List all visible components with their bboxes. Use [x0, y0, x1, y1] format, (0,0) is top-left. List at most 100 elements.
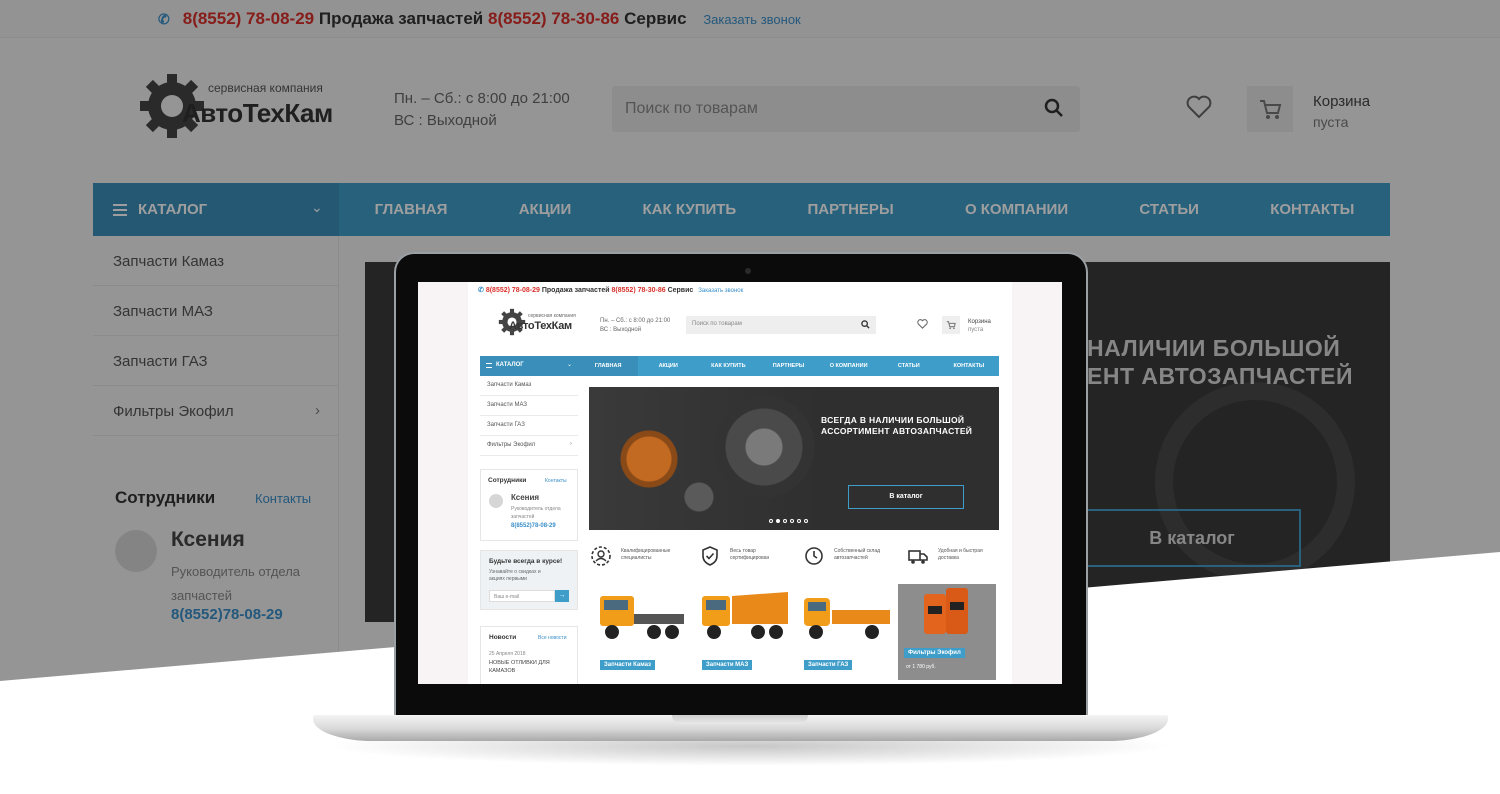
slider-dot[interactable] — [783, 519, 787, 523]
mini-cart-label[interactable]: Корзина пуста — [968, 318, 991, 334]
mini-search-placeholder: Поиск по товарам — [692, 321, 742, 327]
mini-cart-button[interactable] — [942, 316, 960, 334]
feature-text: Квалифицированные специалисты — [621, 548, 670, 562]
feature-line1: Квалифицированные — [621, 548, 671, 554]
sidebar-item-label: Запчасти ГАЗ — [487, 422, 525, 428]
staff-role: Руководитель отдела запчастей — [511, 505, 561, 521]
mini-service-phone[interactable]: 8(8552) 78-30-86 — [612, 287, 666, 294]
feature-line2: доставка — [938, 555, 959, 561]
chevron-right-icon: › — [570, 441, 572, 447]
menu-icon — [486, 363, 492, 368]
truck-image — [804, 598, 890, 639]
news-block: Новости Все новости 25 Апреля 2018 НОВЫЕ… — [480, 626, 578, 684]
staff-title: Сотрудники — [488, 477, 527, 484]
sidebar-item-kamaz[interactable]: Запчасти Камаз — [480, 376, 578, 396]
banner-heading-line1: ВСЕГДА В НАЛИЧИИ БОЛЬШОЙ — [821, 415, 965, 425]
news-headline-line2: КАМАЗОВ — [489, 668, 516, 674]
product-card-maz[interactable]: Запчасти МАЗ — [696, 584, 794, 680]
laptop-notch — [672, 715, 808, 724]
truck-icon — [908, 550, 928, 564]
mini-nav-item-contacts[interactable]: КОНТАКТЫ — [939, 363, 999, 369]
mini-search-input[interactable]: Поиск по товарам — [686, 316, 876, 334]
mini-catalog-label: КАТАЛОГ — [496, 362, 524, 368]
sidebar-item-gaz[interactable]: Запчасти ГАЗ — [480, 416, 578, 436]
banner-heading: ВСЕГДА В НАЛИЧИИ БОЛЬШОЙ АССОРТИМЕНТ АВТ… — [821, 415, 972, 437]
phone-icon: ✆ — [478, 287, 484, 294]
clock-icon — [805, 547, 823, 565]
slider-dots — [769, 519, 808, 523]
slider-dot[interactable] — [776, 519, 780, 523]
slider-dot[interactable] — [804, 519, 808, 523]
news-title: Новости — [489, 634, 517, 641]
news-headline[interactable]: НОВЫЕ ОТЛИВКИ ДЛЯ КАМАЗОВ — [489, 659, 550, 675]
users-gear-icon — [591, 546, 611, 566]
product-card-filters[interactable]: Фильтры Экофил от 1 780 руб. — [898, 584, 996, 680]
email-field[interactable]: Ваш e-mail — [489, 590, 555, 602]
catalog-cta-button[interactable]: В каталог — [848, 485, 964, 509]
product-price: от 1 780 руб. — [906, 664, 936, 670]
mini-nav-item-articles[interactable]: СТАТЬИ — [879, 363, 939, 369]
laptop-screen: ✆ 8(8552) 78-08-29 Продажа запчастей 8(8… — [418, 282, 1062, 684]
product-label: Запчасти ГАЗ — [804, 660, 853, 670]
subscribe-title: Будьте всегда в курсе! — [489, 558, 563, 565]
product-label: Запчасти МАЗ — [702, 660, 753, 670]
sidebar-item-label: Фильтры Экофил — [487, 442, 536, 448]
mini-nav-item-home[interactable]: ГЛАВНАЯ — [578, 356, 639, 376]
subscribe-submit-button[interactable]: → — [555, 590, 569, 602]
news-headline-line1: НОВЫЕ ОТЛИВКИ ДЛЯ — [489, 660, 550, 666]
shield-check-icon — [702, 546, 718, 566]
mini-sales-phone[interactable]: 8(8552) 78-08-29 — [486, 287, 540, 294]
mini-nav-items: ГЛАВНАЯ АКЦИИ КАК КУПИТЬ ПАРТНЕРЫ О КОМП… — [578, 356, 999, 376]
feature-line1: Весь товар — [730, 548, 756, 554]
product-label: Запчасти Камаз — [600, 660, 655, 670]
mini-catalog-button[interactable]: КАТАЛОГ ⌄ — [480, 356, 578, 376]
mini-sales-label: Продажа запчастей — [541, 287, 610, 294]
site-preview: ✆ 8(8552) 78-08-29 Продажа запчастей 8(8… — [468, 282, 1012, 684]
feature-line2: сертифицирован — [730, 555, 770, 561]
subscribe-block: Будьте всегда в курсе! Узнавайте о скидк… — [480, 550, 578, 610]
news-date: 25 Апреля 2018 — [489, 651, 526, 657]
mini-top-bar: ✆ 8(8552) 78-08-29 Продажа запчастей 8(8… — [478, 286, 743, 294]
avatar — [489, 494, 503, 508]
banner-heading-line2: АССОРТИМЕНТ АВТОЗАПЧАСТЕЙ — [821, 426, 973, 436]
feature-line1: Собственный склад — [834, 548, 881, 554]
oil-filter-image — [924, 588, 968, 634]
product-label: Фильтры Экофил — [904, 648, 965, 658]
mini-hours-weekdays: Пн. – Сб.: с 8:00 до 21:00 — [600, 318, 671, 324]
feature-line2: автозапчастей — [834, 555, 868, 561]
staff-name: Ксения — [511, 493, 540, 502]
sidebar-item-maz[interactable]: Запчасти МАЗ — [480, 396, 578, 416]
mini-logo-name: АвтоТехКам — [509, 320, 572, 332]
feature-text: Удобная и быстрая доставка — [938, 548, 983, 562]
mini-callback-link[interactable]: Заказать звонок — [698, 288, 743, 294]
slider-dot[interactable] — [769, 519, 773, 523]
staff-phone[interactable]: 8(8552)78-08-29 — [511, 523, 556, 529]
slider-dot[interactable] — [790, 519, 794, 523]
mini-logo[interactable]: сервисная компания АвтоТехКам — [498, 308, 580, 342]
subscribe-text-line2: акциях первыми — [489, 576, 527, 582]
staff-role-line1: Руководитель отдела — [511, 506, 561, 512]
search-icon[interactable] — [861, 320, 870, 329]
product-card-kamaz[interactable]: Запчасти Камаз — [594, 584, 692, 680]
heart-icon[interactable] — [917, 319, 928, 329]
mini-nav-item-partners[interactable]: ПАРТНЕРЫ — [758, 363, 818, 369]
mini-nav-item-promotions[interactable]: АКЦИИ — [638, 363, 698, 369]
all-news-link[interactable]: Все новости — [538, 635, 567, 641]
product-card-gaz[interactable]: Запчасти ГАЗ — [798, 584, 896, 680]
subscribe-text: Узнавайте о скидках и акциях первыми — [489, 569, 541, 583]
truck-image — [600, 596, 684, 639]
sidebar-item-label: Запчасти Камаз — [487, 382, 532, 388]
staff-contacts-link[interactable]: Контакты — [545, 478, 567, 484]
feature-line2: специалисты — [621, 555, 652, 561]
mini-cart-status: пуста — [968, 327, 984, 333]
feature-line1: Удобная и быстрая — [938, 548, 983, 554]
sidebar-item-label: Запчасти МАЗ — [487, 402, 527, 408]
mini-nav-item-about[interactable]: О КОМПАНИИ — [819, 363, 879, 369]
mini-hours-sunday: ВС : Выходной — [600, 327, 642, 333]
chevron-down-icon: ⌄ — [567, 362, 573, 368]
subscribe-text-line1: Узнавайте о скидках и — [489, 569, 541, 575]
mini-nav-item-how-to-buy[interactable]: КАК КУПИТЬ — [698, 363, 758, 369]
auto-parts-image — [589, 387, 819, 530]
slider-dot[interactable] — [797, 519, 801, 523]
sidebar-item-filters[interactable]: Фильтры Экофил › — [480, 436, 578, 456]
